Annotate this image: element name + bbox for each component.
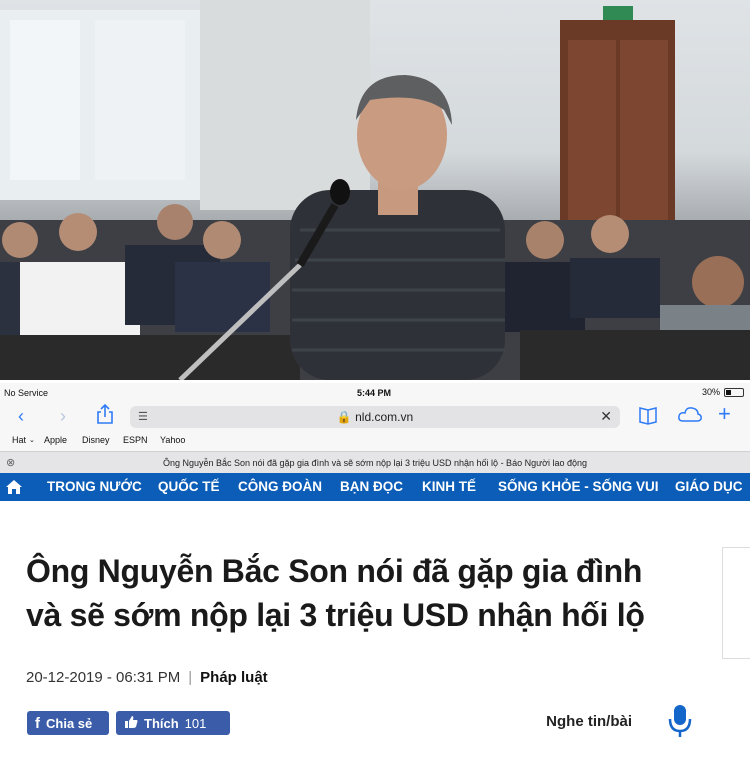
- headline-line-1: Ông Nguyễn Bắc Son nói đã gặp gia đình: [26, 553, 643, 589]
- site-navigation: TRONG NƯỚC QUỐC TẾ CÔNG ĐOÀN BẠN ĐỌC KIN…: [0, 473, 750, 501]
- nav-trong-nuoc[interactable]: TRONG NƯỚC: [47, 479, 142, 494]
- article-photo: [0, 0, 750, 380]
- bookmarks-icon[interactable]: [638, 404, 658, 431]
- status-bar: No Service 5:44 PM 30%: [0, 383, 750, 403]
- carrier-text: No Service: [4, 388, 49, 398]
- browser-toolbar: ‹ › ☰ 🔒 nld.com.vn ✕ +: [0, 403, 750, 429]
- bookmark-hat[interactable]: Hat: [12, 435, 26, 445]
- sidebar-edge: [722, 547, 750, 659]
- tab-bar: ⊗ Ông Nguyễn Bắc Son nói đã gặp gia đình…: [0, 451, 750, 473]
- url-text: 🔒 nld.com.vn: [336, 410, 414, 424]
- forward-icon[interactable]: ›: [60, 405, 66, 427]
- battery-percent: 30%: [701, 387, 720, 397]
- bookmark-disney[interactable]: Disney: [82, 435, 110, 445]
- article-meta: 20-12-2019 - 06:31 PM | Pháp luật: [26, 669, 268, 686]
- like-label: Thích: [144, 715, 179, 731]
- microphone-icon[interactable]: [668, 703, 692, 739]
- new-tab-icon[interactable]: +: [718, 403, 731, 425]
- headline-line-2: và sẽ sớm nộp lại 3 triệu USD nhận hối l…: [26, 597, 645, 633]
- share-icon[interactable]: [96, 403, 114, 430]
- meta-separator: |: [188, 669, 193, 686]
- nav-song-khoe[interactable]: SỐNG KHỎE - SỐNG VUI: [498, 479, 659, 494]
- battery-icon: [724, 387, 744, 397]
- share-button[interactable]: f Chia sẻ: [27, 711, 109, 735]
- back-icon[interactable]: ‹: [18, 405, 24, 427]
- tab-title[interactable]: Ông Nguyễn Bắc Son nói đã gặp gia đình v…: [0, 458, 750, 468]
- courtroom-photo-illustration: [0, 0, 750, 380]
- listen-label[interactable]: Nghe tin/bài: [546, 713, 632, 730]
- nav-giao-duc[interactable]: GIÁO DỤC: [675, 479, 743, 494]
- like-button[interactable]: Thích 101: [116, 711, 230, 735]
- nav-ban-doc[interactable]: BẠN ĐỌC: [340, 479, 403, 494]
- bookmark-espn[interactable]: ESPN: [123, 435, 148, 445]
- nav-cong-doan[interactable]: CÔNG ĐOÀN: [238, 479, 322, 494]
- nav-quoc-te[interactable]: QUỐC TẾ: [158, 479, 220, 494]
- battery-indicator: 30%: [702, 387, 744, 397]
- publish-date: 20-12-2019 - 06:31 PM: [26, 669, 181, 686]
- thumbs-up-icon: [124, 715, 138, 732]
- bookmarks-bar: Hat ⌄ Apple Disney ESPN Yahoo: [0, 429, 750, 451]
- home-icon[interactable]: [4, 477, 24, 497]
- chevron-down-icon: ⌄: [29, 437, 35, 444]
- status-time: 5:44 PM: [357, 388, 392, 398]
- clear-icon[interactable]: ✕: [600, 408, 612, 425]
- category-link[interactable]: Pháp luật: [200, 669, 268, 686]
- nav-kinh-te[interactable]: KINH TẾ: [422, 479, 476, 494]
- facebook-icon: f: [35, 714, 40, 732]
- share-label: Chia sẻ: [46, 715, 93, 731]
- bookmark-yahoo[interactable]: Yahoo: [160, 435, 185, 445]
- cloud-tabs-icon[interactable]: [677, 404, 703, 431]
- like-count: 101: [184, 715, 207, 731]
- article-header: Ông Nguyễn Bắc Son nói đã gặp gia đình v…: [0, 501, 750, 763]
- bookmark-apple[interactable]: Apple: [44, 435, 67, 445]
- article-headline: Ông Nguyễn Bắc Son nói đã gặp gia đình v…: [26, 549, 716, 637]
- address-bar[interactable]: ☰ 🔒 nld.com.vn ✕: [130, 406, 620, 428]
